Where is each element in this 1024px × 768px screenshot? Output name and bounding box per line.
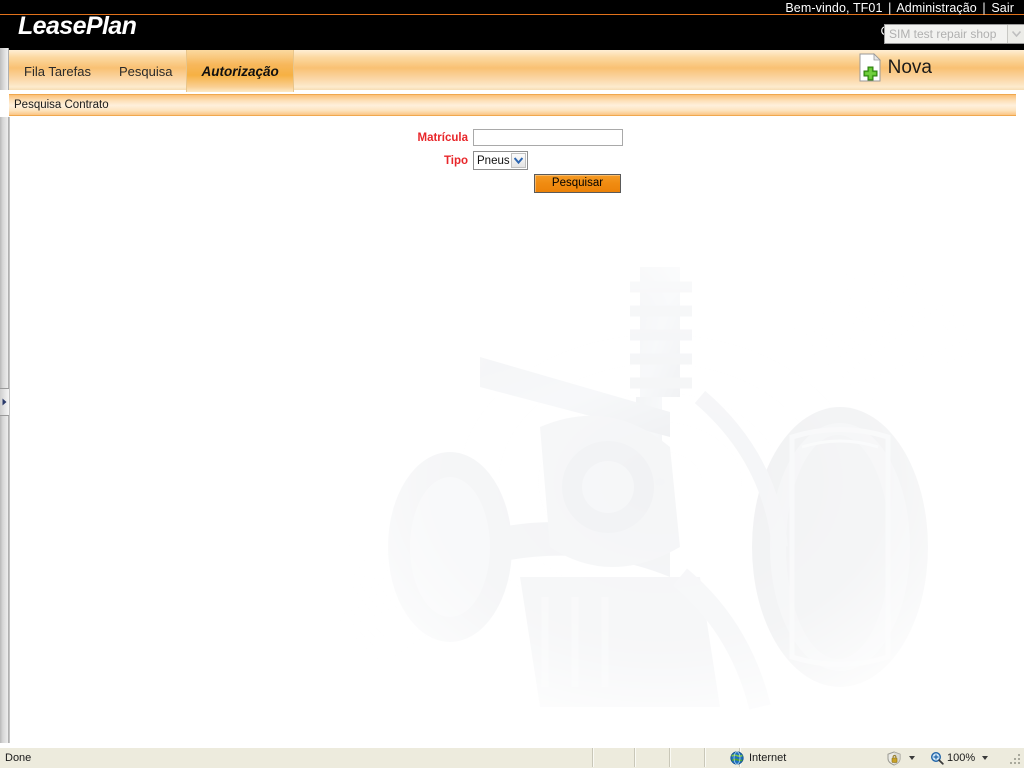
nova-button-label: Nova: [887, 57, 932, 78]
administracao-link[interactable]: Administração: [896, 1, 977, 15]
nova-button[interactable]: Nova: [858, 53, 932, 83]
tabbar-left-edge: [0, 48, 9, 90]
tab-list: Fila Tarefas Pesquisa Autorização: [10, 50, 294, 92]
browser-page: LeasePlan Bem-vindo, TF01 | Administraçã…: [0, 0, 1024, 768]
section-header-bar: Pesquisa Contrato: [9, 94, 1016, 116]
welcome-text: Bem-vindo,: [785, 1, 850, 15]
matricula-row: Matrícula: [410, 129, 623, 146]
zoom-level-label: 100%: [947, 752, 976, 764]
chevron-down-icon[interactable]: [511, 153, 526, 168]
security-zone-label: Internet: [749, 752, 787, 764]
zoom-caret-icon[interactable]: [982, 756, 989, 760]
submit-row: Pesquisar: [534, 174, 621, 193]
tab-fila-tarefas[interactable]: Fila Tarefas: [10, 50, 105, 92]
protected-mode-indicator[interactable]: [886, 748, 915, 768]
splitter-expand-handle[interactable]: [0, 388, 9, 416]
resize-grip-icon[interactable]: [1008, 752, 1022, 766]
security-zone-indicator[interactable]: Internet: [730, 748, 786, 768]
site-header: LeasePlan Bem-vindo, TF01 | Administraçã…: [0, 0, 1024, 48]
tipo-select[interactable]: Pneus: [473, 151, 528, 170]
globe-icon: [730, 751, 744, 765]
tab-autorizacao-label: Autorização: [201, 63, 279, 79]
chevron-down-icon[interactable]: [1007, 25, 1024, 43]
welcome-separator-2: |: [982, 1, 986, 15]
browser-status-bar: Done Internet 100%: [0, 747, 1024, 768]
tipo-row: Tipo Pneus: [410, 151, 528, 170]
page-title: Pesquisa Contrato: [14, 99, 109, 111]
status-separators: [592, 748, 741, 768]
page-right-edge: [1016, 117, 1024, 743]
pesquisar-button[interactable]: Pesquisar: [534, 174, 621, 193]
new-document-icon: [858, 53, 884, 83]
protected-mode-caret-icon[interactable]: [909, 756, 915, 760]
tipo-label: Tipo: [443, 154, 468, 167]
protected-mode-icon: [887, 750, 901, 766]
tab-autorizacao[interactable]: Autorização: [186, 50, 294, 92]
welcome-username: TF01: [852, 1, 883, 15]
content-area: Matrícula Tipo Pneus Pesquisar: [9, 117, 1016, 743]
status-text: Done: [5, 752, 32, 764]
logo-text: LeasePlan: [18, 12, 137, 40]
oficina-row: Oficina SIM test repair shop: [881, 24, 1024, 44]
tipo-select-value: Pneus: [477, 154, 510, 167]
oficina-select[interactable]: SIM test repair shop: [884, 24, 1024, 44]
chevron-right-icon: [2, 398, 7, 406]
suspension-watermark-image: [340, 247, 980, 717]
welcome-separator-1: |: [888, 1, 892, 15]
tab-pesquisa[interactable]: Pesquisa: [105, 50, 186, 92]
welcome-bar: Bem-vindo, TF01 | Administração | Sair: [785, 1, 1014, 15]
tab-pesquisa-label: Pesquisa: [118, 63, 173, 79]
tab-fila-tarefas-label: Fila Tarefas: [24, 63, 91, 79]
matricula-label: Matrícula: [417, 131, 469, 144]
tab-bar: Fila Tarefas Pesquisa Autorização Nova: [0, 48, 1024, 92]
magnifier-icon: [930, 751, 944, 765]
left-splitter-rail[interactable]: [0, 117, 9, 743]
leaseplan-logo[interactable]: LeasePlan: [8, 0, 238, 48]
sair-link[interactable]: Sair: [991, 1, 1014, 15]
zoom-indicator[interactable]: 100%: [930, 748, 989, 768]
matricula-input[interactable]: [473, 129, 623, 146]
